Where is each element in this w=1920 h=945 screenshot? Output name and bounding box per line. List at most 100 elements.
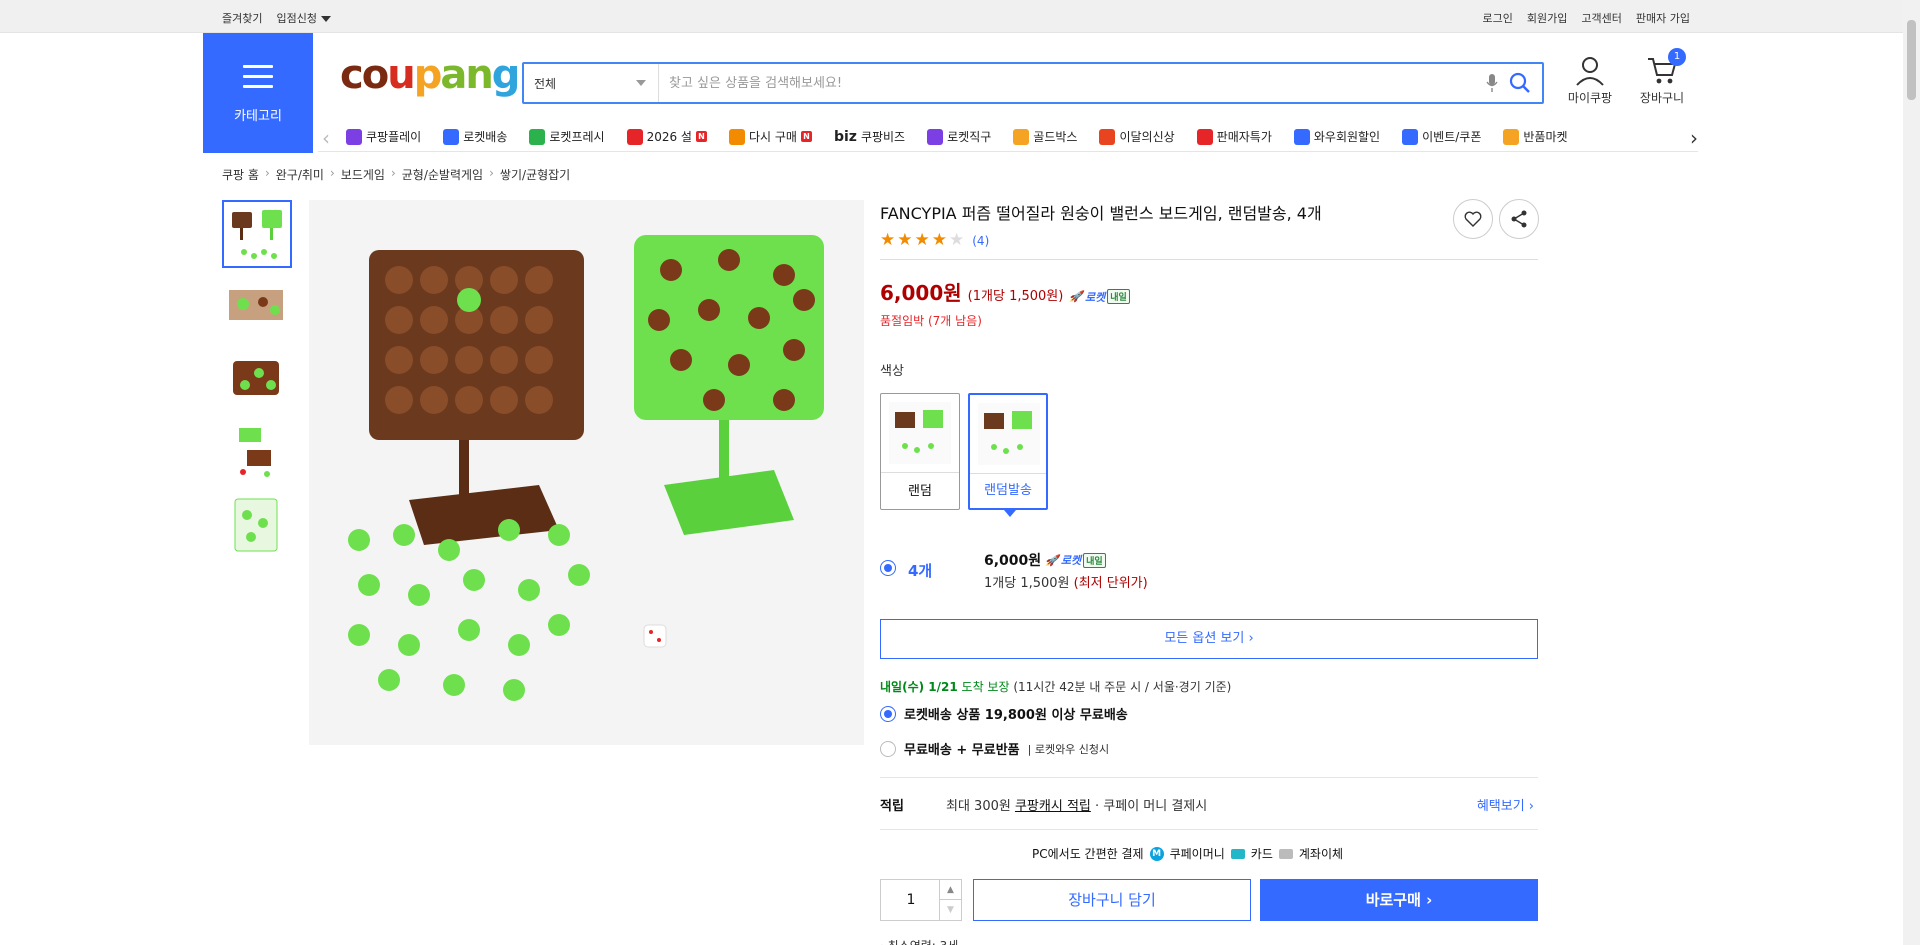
add-to-cart-button[interactable]: 장바구니 담기 bbox=[973, 879, 1251, 921]
rocket-icon: 🚀 bbox=[1045, 553, 1059, 567]
nav-item-icon bbox=[443, 128, 460, 145]
rocket-badge: 🚀 로켓 내일 bbox=[1069, 289, 1130, 305]
card-icon bbox=[1230, 848, 1245, 859]
bookmark-link[interactable]: 즐겨찾기 bbox=[222, 10, 262, 26]
breadcrumb-item[interactable]: 보드게임 bbox=[341, 166, 385, 183]
chevron-right-icon: › bbox=[264, 166, 270, 180]
nav-item[interactable]: 로켓배송 bbox=[443, 128, 507, 145]
chevron-left-icon[interactable]: ‹ bbox=[322, 126, 330, 150]
nav-item-icon bbox=[1099, 128, 1116, 145]
scrollbar-thumb[interactable] bbox=[1907, 20, 1916, 100]
nav-item-label: 로켓배송 bbox=[463, 130, 508, 144]
quantity-value[interactable]: 1 bbox=[881, 892, 941, 908]
share-icon bbox=[1511, 210, 1527, 228]
category-button[interactable]: 카테고리 bbox=[203, 33, 313, 153]
buy-now-button[interactable]: 바로구매 › bbox=[1260, 879, 1538, 921]
nav-item[interactable]: 로켓프레시 bbox=[529, 128, 605, 145]
breadcrumb-item[interactable]: 쌓기/균형잡기 bbox=[500, 166, 570, 183]
quantity-option[interactable]: 4개 6,000원 🚀 로켓 내일 1개당 1,500원 (최저 단위가) bbox=[880, 550, 1540, 594]
search-input[interactable] bbox=[669, 70, 1469, 96]
my-coupang-label: 마이쿠팡 bbox=[1567, 91, 1613, 105]
heart-icon bbox=[1464, 211, 1482, 227]
quantity-option-unit: 1개당 1,500원 (최저 단위가) bbox=[984, 576, 1148, 591]
seller-signup-link[interactable]: 판매자 가입 bbox=[1636, 10, 1690, 26]
seller-apply-link[interactable]: 입점신청 bbox=[276, 10, 331, 26]
nav-item[interactable]: biz 쿠팡비즈 bbox=[834, 128, 905, 145]
nav-item-icon bbox=[1293, 128, 1310, 145]
nav-item[interactable]: 판매자특가 bbox=[1196, 128, 1272, 145]
all-options-button[interactable]: 모든 옵션 보기 › bbox=[880, 619, 1538, 659]
nav-item[interactable]: 로켓직구 bbox=[927, 128, 991, 145]
my-coupang-button[interactable]: 마이쿠팡 bbox=[1560, 56, 1620, 106]
nav-item[interactable]: 2026 설N bbox=[626, 128, 707, 145]
nav-item-icon bbox=[1402, 128, 1419, 145]
search-icon[interactable] bbox=[1508, 71, 1532, 95]
rating: ★ ★ ★ ★ ★ (4) bbox=[880, 232, 989, 249]
coupang-logo[interactable]: coupang bbox=[340, 52, 520, 98]
buy-bar: 1 ▲ ▼ 장바구니 담기 바로구매 › bbox=[880, 879, 1540, 922]
nav-item-icon bbox=[1013, 128, 1030, 145]
benefits-link[interactable]: 혜택보기 › bbox=[1477, 795, 1534, 814]
share-button[interactable] bbox=[1499, 199, 1539, 239]
color-option-random[interactable]: 랜덤 bbox=[880, 393, 960, 510]
shipping-option-rocket[interactable]: 로켓배송 상품 19,800원 이상 무료배송 bbox=[880, 704, 1128, 723]
shipping-radio[interactable] bbox=[880, 740, 896, 757]
thumbnail-5[interactable] bbox=[222, 492, 292, 560]
search-bar: 전체 bbox=[522, 62, 1544, 104]
coupang-cash-link[interactable]: 쿠팡캐시 적립 bbox=[1015, 799, 1091, 814]
nav-item[interactable]: 골드박스 bbox=[1013, 128, 1077, 145]
star-icon: ★ bbox=[914, 230, 930, 250]
customer-center-link[interactable]: 고객센터 bbox=[1581, 10, 1621, 26]
breadcrumb-item[interactable]: 완구/취미 bbox=[276, 166, 324, 183]
quantity-stepper[interactable]: 1 ▲ ▼ bbox=[880, 879, 962, 921]
thumbnail-3[interactable] bbox=[222, 346, 292, 414]
wishlist-button[interactable] bbox=[1453, 199, 1493, 239]
new-badge: N bbox=[800, 131, 812, 142]
shipping-option-free[interactable]: 무료배송 + 무료반품 | 로켓와우 신청시 bbox=[880, 739, 1109, 758]
min-age-note: · 최소연령: 3세 bbox=[880, 937, 958, 945]
scrollbar[interactable] bbox=[1903, 0, 1920, 945]
seller-apply-label: 입점신청 bbox=[276, 12, 317, 25]
nav-item[interactable]: 반품마켓 bbox=[1503, 128, 1568, 145]
product-main-image[interactable] bbox=[309, 200, 864, 745]
nav-item[interactable]: 이달의신상 bbox=[1099, 128, 1175, 145]
option-image bbox=[978, 403, 1040, 465]
login-link[interactable]: 로그인 bbox=[1483, 10, 1513, 26]
title-actions bbox=[1453, 199, 1539, 239]
review-count[interactable]: (4) bbox=[972, 234, 989, 248]
caret-down-icon bbox=[320, 16, 331, 22]
search-scope-select[interactable]: 전체 bbox=[524, 64, 659, 102]
nav-item[interactable]: 다시 구매 N bbox=[728, 128, 812, 145]
nav-item-icon bbox=[1503, 128, 1520, 145]
biz-icon: biz bbox=[833, 128, 857, 145]
option-label: 랜덤발송 bbox=[984, 483, 1032, 498]
user-icon bbox=[1576, 57, 1604, 86]
delivery-info: 내일(수) 1/21 도착 보장 (11시간 42분 내 주문 시 / 서울·경… bbox=[880, 680, 1232, 694]
thumbnail-4[interactable] bbox=[222, 419, 292, 487]
thumbnail-2[interactable] bbox=[222, 273, 292, 341]
option-image bbox=[889, 402, 951, 464]
chevron-down-icon[interactable]: ▼ bbox=[939, 900, 961, 920]
chevron-right-icon[interactable]: › bbox=[1690, 126, 1698, 150]
cart-button[interactable]: 1 장바구니 bbox=[1632, 48, 1692, 106]
color-label: 색상 bbox=[880, 364, 904, 379]
signup-link[interactable]: 회원가입 bbox=[1527, 10, 1567, 26]
nav-item[interactable]: 이벤트/쿠폰 bbox=[1402, 128, 1481, 145]
shipping-radio[interactable] bbox=[880, 705, 896, 722]
nav-item[interactable]: 와우회원할인 bbox=[1293, 128, 1380, 145]
color-option-random-shipping[interactable]: 랜덤발송 bbox=[968, 393, 1048, 517]
star-icon: ★ bbox=[897, 230, 913, 250]
chevron-up-icon[interactable]: ▲ bbox=[939, 880, 961, 900]
nav-item-label: 쿠팡플레이 bbox=[366, 130, 422, 144]
nav-item-icon bbox=[529, 128, 546, 145]
breadcrumb-item[interactable]: 쿠팡 홈 bbox=[222, 166, 259, 183]
breadcrumb-item[interactable]: 균형/순발력게임 bbox=[402, 166, 483, 183]
quantity-radio[interactable] bbox=[880, 560, 896, 576]
star-empty-icon: ★ bbox=[949, 230, 965, 250]
hamburger-icon bbox=[243, 65, 273, 88]
divider bbox=[880, 829, 1538, 830]
coupay-money-icon: M bbox=[1149, 846, 1164, 861]
thumbnail-1[interactable] bbox=[222, 200, 292, 268]
microphone-icon[interactable] bbox=[1486, 73, 1498, 93]
nav-item[interactable]: 쿠팡플레이 bbox=[346, 128, 421, 145]
